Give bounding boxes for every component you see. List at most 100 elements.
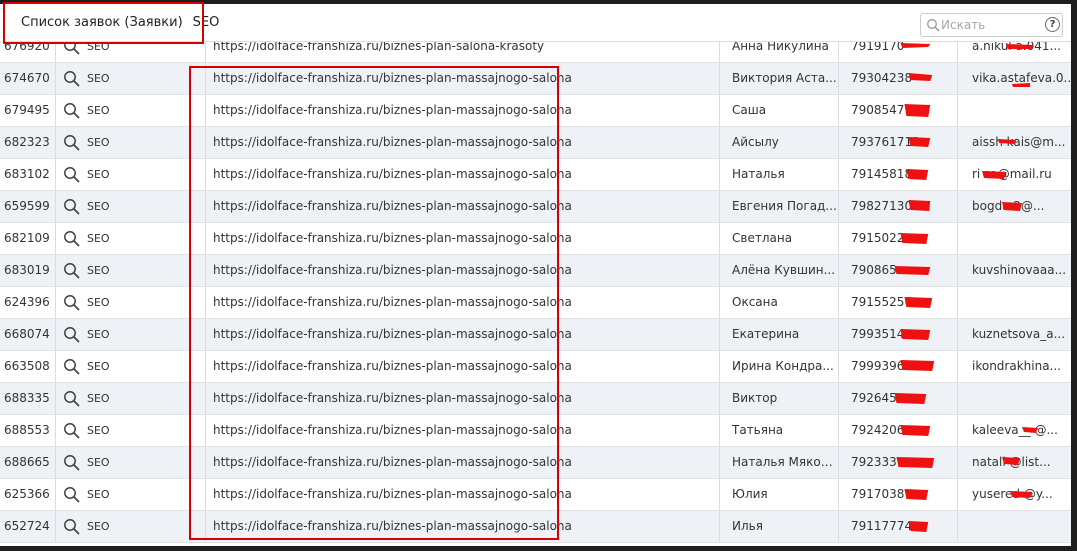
url-cell: https://idolface-franshiza.ru/biznes-pla… xyxy=(206,159,720,190)
id-cell: 682323 xyxy=(0,127,56,158)
magnifier-icon[interactable] xyxy=(63,454,80,471)
url-cell: https://idolface-franshiza.ru/biznes-pla… xyxy=(206,127,720,158)
email-value: bogda 2@... xyxy=(972,199,1045,213)
phone-value: 79827130 xyxy=(851,199,913,213)
phone-cell: 792333 xyxy=(839,447,958,478)
magnifier-icon[interactable] xyxy=(63,166,80,183)
id-cell: 683102 xyxy=(0,159,56,190)
magnifier-icon[interactable] xyxy=(63,518,80,535)
magnifier-icon[interactable] xyxy=(63,294,80,311)
email-cell xyxy=(958,223,1071,254)
id-cell: 668074 xyxy=(0,319,56,350)
source-label: SEO xyxy=(87,104,110,117)
help-icon[interactable]: ? xyxy=(1045,17,1060,32)
phone-cell: 79117774 xyxy=(839,511,958,542)
table-row[interactable]: 682323 SEO https://idolface-franshiza.ru… xyxy=(0,127,1071,159)
table-row[interactable]: 663508 SEO https://idolface-franshiza.ru… xyxy=(0,351,1071,383)
email-cell xyxy=(958,95,1071,126)
table-row[interactable]: 679495 SEO https://idolface-franshiza.ru… xyxy=(0,95,1071,127)
magnifier-icon[interactable] xyxy=(63,134,80,151)
phone-cell: 790865 xyxy=(839,255,958,286)
email-value: aissh kais@m... xyxy=(972,135,1066,149)
url-cell: https://idolface-franshiza.ru/biznes-pla… xyxy=(206,287,720,318)
source-cell: SEO xyxy=(56,95,206,126)
email-value: kuvshinovaaa... xyxy=(972,263,1067,277)
table-row[interactable]: 668074 SEO https://idolface-franshiza.ru… xyxy=(0,319,1071,351)
name-cell: Наталья xyxy=(720,159,839,190)
phone-value: 793761713 xyxy=(851,135,920,149)
magnifier-icon[interactable] xyxy=(63,326,80,343)
search-input[interactable] xyxy=(941,16,1041,34)
table-row[interactable]: 625366 SEO https://idolface-franshiza.ru… xyxy=(0,479,1071,511)
breadcrumb: Список заявок (Заявки) SEO xyxy=(21,15,219,30)
phone-value: 7993514 xyxy=(851,327,905,341)
name-cell: Виктор xyxy=(720,383,839,414)
magnifier-icon[interactable] xyxy=(63,230,80,247)
url-cell: https://idolface-franshiza.ru/biznes-pla… xyxy=(206,415,720,446)
phone-value: 79117774 xyxy=(851,519,913,533)
source-cell: SEO xyxy=(56,287,206,318)
name-cell: Саша xyxy=(720,95,839,126)
phone-cell: 79155256 xyxy=(839,287,958,318)
magnifier-icon[interactable] xyxy=(63,358,80,375)
name-cell: Илья xyxy=(720,511,839,542)
id-cell: 659599 xyxy=(0,191,56,222)
magnifier-icon[interactable] xyxy=(63,198,80,215)
source-cell: SEO xyxy=(56,255,206,286)
table-row[interactable]: 683102 SEO https://idolface-franshiza.ru… xyxy=(0,159,1071,191)
url-cell: https://idolface-franshiza.ru/biznes-pla… xyxy=(206,255,720,286)
magnifier-icon[interactable] xyxy=(63,70,80,87)
email-cell: ikondrakhina... xyxy=(958,351,1071,382)
source-cell: SEO xyxy=(56,511,206,542)
source-cell: SEO xyxy=(56,191,206,222)
email-value: kuznetsova_a... xyxy=(972,327,1066,341)
name-cell: Алёна Кувшин... xyxy=(720,255,839,286)
phone-cell: 7924206 xyxy=(839,415,958,446)
email-value: kaleeva__ @... xyxy=(972,423,1058,437)
phone-cell: 792645 xyxy=(839,383,958,414)
email-cell: ri sa@mail.ru xyxy=(958,159,1071,190)
url-cell: https://idolface-franshiza.ru/biznes-pla… xyxy=(206,63,720,94)
url-cell: https://idolface-franshiza.ru/biznes-pla… xyxy=(206,191,720,222)
requests-table: 676920 SEO https://idolface-franshiza.ru… xyxy=(0,31,1071,543)
phone-cell: 7999396 xyxy=(839,351,958,382)
window-frame-right xyxy=(1071,0,1077,551)
search-icon xyxy=(927,19,940,32)
table-row[interactable]: 683019 SEO https://idolface-franshiza.ru… xyxy=(0,255,1071,287)
url-cell: https://idolface-franshiza.ru/biznes-pla… xyxy=(206,383,720,414)
table-row[interactable]: 624396 SEO https://idolface-franshiza.ru… xyxy=(0,287,1071,319)
table-row[interactable]: 682109 SEO https://idolface-franshiza.ru… xyxy=(0,223,1071,255)
url-cell: https://idolface-franshiza.ru/biznes-pla… xyxy=(206,95,720,126)
magnifier-icon[interactable] xyxy=(63,422,80,439)
email-cell: vika.astafeva.0... xyxy=(958,63,1071,94)
magnifier-icon[interactable] xyxy=(63,390,80,407)
table-row[interactable]: 688665 SEO https://idolface-franshiza.ru… xyxy=(0,447,1071,479)
magnifier-icon[interactable] xyxy=(63,262,80,279)
url-cell: https://idolface-franshiza.ru/biznes-pla… xyxy=(206,319,720,350)
breadcrumb-parent-link[interactable]: Список заявок (Заявки) xyxy=(21,15,183,30)
email-cell: yusered @y... xyxy=(958,479,1071,510)
phone-cell: 79145818 xyxy=(839,159,958,190)
phone-cell: 79304238 xyxy=(839,63,958,94)
email-cell: kaleeva__ @... xyxy=(958,415,1071,446)
table-row[interactable]: 659599 SEO https://idolface-franshiza.ru… xyxy=(0,191,1071,223)
table-row[interactable]: 674670 SEO https://idolface-franshiza.ru… xyxy=(0,63,1071,95)
table-row[interactable]: 688553 SEO https://idolface-franshiza.ru… xyxy=(0,415,1071,447)
source-cell: SEO xyxy=(56,415,206,446)
source-cell: SEO xyxy=(56,223,206,254)
magnifier-icon[interactable] xyxy=(63,102,80,119)
source-label: SEO xyxy=(87,264,110,277)
email-value: ri sa@mail.ru xyxy=(972,167,1052,181)
name-cell: Светлана xyxy=(720,223,839,254)
phone-value: 7924206 xyxy=(851,423,905,437)
table-row[interactable]: 652724 SEO https://idolface-franshiza.ru… xyxy=(0,511,1071,543)
email-value: vika.astafeva.0... xyxy=(972,71,1071,85)
table-row[interactable]: 688335 SEO https://idolface-franshiza.ru… xyxy=(0,383,1071,415)
url-cell: https://idolface-franshiza.ru/biznes-pla… xyxy=(206,511,720,542)
name-cell: Екатерина xyxy=(720,319,839,350)
email-value: ikondrakhina... xyxy=(972,359,1061,373)
phone-cell: 79827130 xyxy=(839,191,958,222)
search-box[interactable]: ? xyxy=(920,13,1063,37)
magnifier-icon[interactable] xyxy=(63,486,80,503)
url-cell: https://idolface-franshiza.ru/biznes-pla… xyxy=(206,223,720,254)
